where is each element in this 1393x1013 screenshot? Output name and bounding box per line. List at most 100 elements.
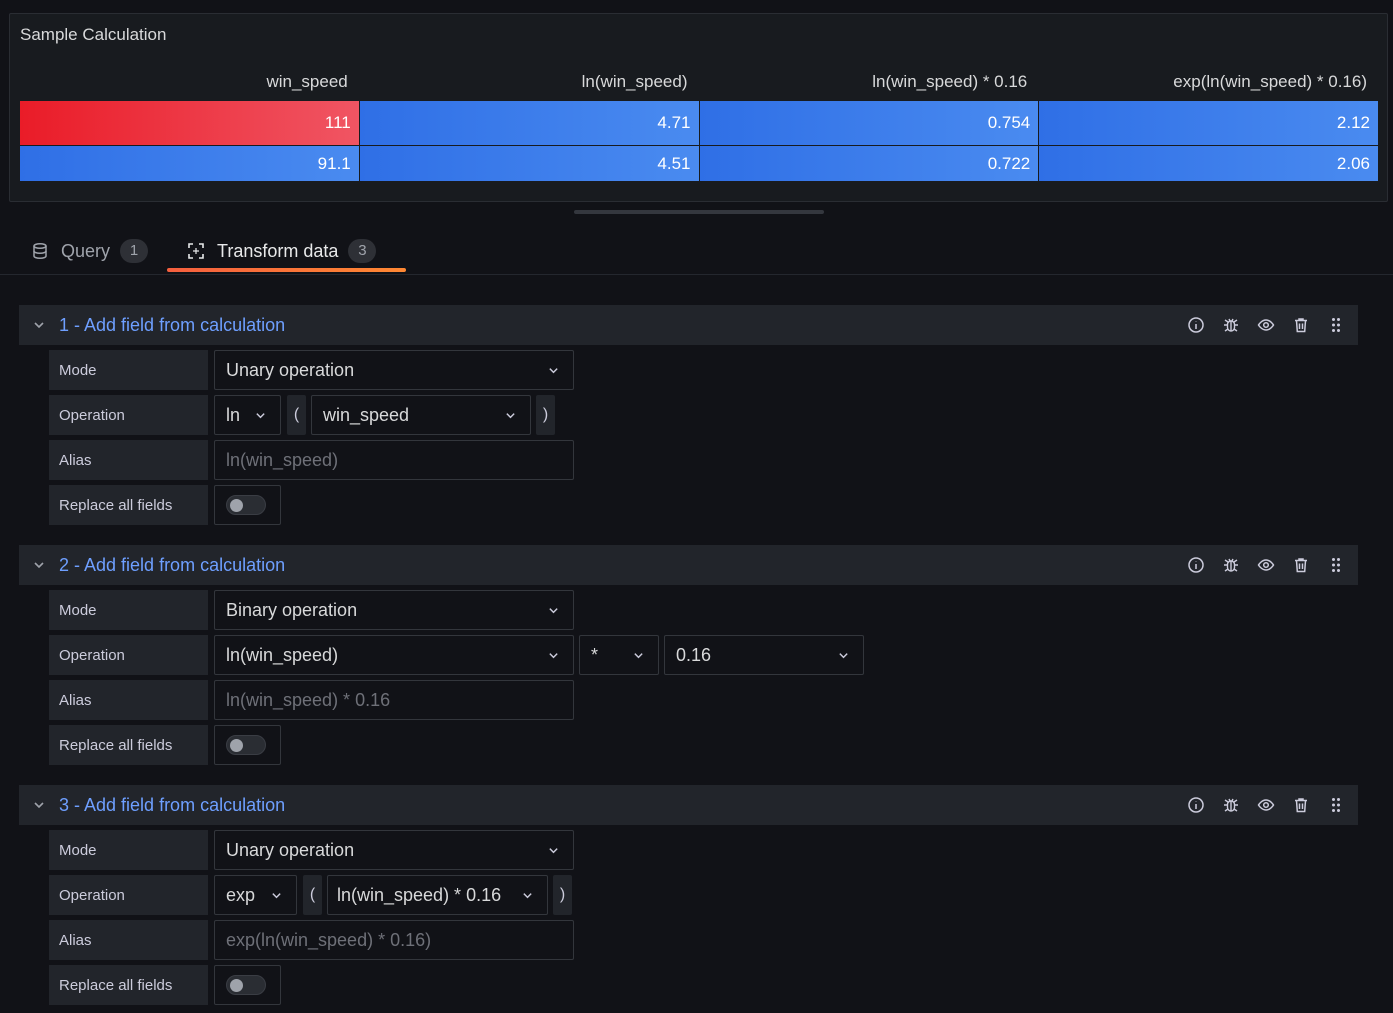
- alias-label: Alias: [49, 680, 208, 720]
- table-cell: 2.06: [1039, 146, 1379, 181]
- replace-toggle-box: [214, 485, 281, 525]
- alias-label: Alias: [49, 440, 208, 480]
- table-header: win_speed ln(win_speed) ln(win_speed) * …: [20, 70, 1379, 100]
- replace-row: Replace all fields: [49, 485, 281, 525]
- function-select-value: ln: [226, 404, 241, 425]
- operator-value: *: [591, 644, 599, 665]
- right-operand-value: 0.16: [676, 644, 712, 665]
- mode-select[interactable]: Unary operation: [214, 350, 574, 390]
- open-paren: (: [303, 875, 322, 915]
- transformation-title: 2 - Add field from calculation: [59, 554, 286, 575]
- chevron-down-icon[interactable]: [33, 799, 45, 811]
- debug-icon[interactable]: [1221, 555, 1241, 575]
- replace-label: Replace all fields: [49, 485, 208, 525]
- alias-input[interactable]: ln(win_speed): [214, 440, 574, 480]
- close-paren: ): [536, 395, 555, 435]
- chevron-down-icon: [549, 848, 558, 854]
- chevron-down-icon: [839, 653, 848, 659]
- chevron-down-icon[interactable]: [33, 319, 45, 331]
- replace-toggle-box: [214, 725, 281, 765]
- chevron-down-icon: [506, 413, 515, 419]
- field-select[interactable]: win_speed: [311, 395, 531, 435]
- replace-label: Replace all fields: [49, 965, 208, 1005]
- mode-select-value: Unary operation: [226, 839, 355, 860]
- editor-tabs: Query 1 Transform data 3: [0, 228, 1393, 275]
- alias-input[interactable]: exp(ln(win_speed) * 0.16): [214, 920, 574, 960]
- tab-query-label: Query: [61, 240, 111, 261]
- field-select[interactable]: ln(win_speed) * 0.16: [327, 875, 548, 915]
- operation-label: Operation: [49, 875, 208, 915]
- close-paren: ): [553, 875, 572, 915]
- column-header[interactable]: ln(win_speed) * 0.16: [700, 70, 1040, 100]
- transformation-header[interactable]: 2 - Add field from calculation: [19, 545, 1358, 585]
- database-icon: [33, 242, 47, 260]
- drag-handle-icon[interactable]: [1326, 795, 1346, 815]
- transformation-3: 3 - Add field from calculation Mode Unar…: [19, 785, 1358, 1005]
- table-cell: 0.722: [699, 146, 1040, 181]
- trash-icon[interactable]: [1291, 795, 1311, 815]
- operation-row: Operation exp ( ln(win_speed) * 0.16 ): [49, 875, 572, 915]
- mode-row: Mode Binary operation: [49, 590, 574, 630]
- alias-row: Alias ln(win_speed) * 0.16: [49, 680, 574, 720]
- right-operand-select[interactable]: 0.16: [664, 635, 864, 675]
- chevron-down-icon: [634, 653, 643, 659]
- chevron-down-icon[interactable]: [33, 559, 45, 571]
- tab-query[interactable]: Query 1: [31, 228, 149, 274]
- function-select-value: exp: [226, 884, 256, 905]
- replace-all-fields-toggle[interactable]: [226, 975, 266, 995]
- info-icon[interactable]: [1186, 795, 1206, 815]
- sample-calculation-panel: Sample Calculation win_speed ln(win_spee…: [9, 13, 1388, 202]
- trash-icon[interactable]: [1291, 315, 1311, 335]
- chevron-down-icon: [523, 893, 532, 899]
- operation-row: Operation ln ( win_speed ): [49, 395, 555, 435]
- drag-handle-icon[interactable]: [1326, 315, 1346, 335]
- replace-all-fields-toggle[interactable]: [226, 495, 266, 515]
- transformation-header[interactable]: 1 - Add field from calculation: [19, 305, 1358, 345]
- chevron-down-icon: [549, 368, 558, 374]
- left-operand-select[interactable]: ln(win_speed): [214, 635, 574, 675]
- eye-icon[interactable]: [1256, 315, 1276, 335]
- chevron-down-icon: [256, 413, 265, 419]
- operation-row: Operation ln(win_speed) * 0.16: [49, 635, 864, 675]
- debug-icon[interactable]: [1221, 795, 1241, 815]
- mode-select[interactable]: Unary operation: [214, 830, 574, 870]
- table-row: 91.1 4.51 0.722 2.06: [20, 145, 1379, 181]
- debug-icon[interactable]: [1221, 315, 1241, 335]
- mode-select[interactable]: Binary operation: [214, 590, 574, 630]
- info-icon[interactable]: [1186, 315, 1206, 335]
- replace-all-fields-toggle[interactable]: [226, 735, 266, 755]
- column-header[interactable]: exp(ln(win_speed) * 0.16): [1039, 70, 1379, 100]
- transform-icon: [188, 243, 204, 259]
- eye-icon[interactable]: [1256, 555, 1276, 575]
- column-header[interactable]: ln(win_speed): [360, 70, 700, 100]
- left-operand-value: ln(win_speed): [226, 644, 339, 665]
- function-select[interactable]: exp: [214, 875, 297, 915]
- eye-icon[interactable]: [1256, 795, 1276, 815]
- alias-label: Alias: [49, 920, 208, 960]
- alias-placeholder: exp(ln(win_speed) * 0.16): [226, 929, 432, 950]
- transformation-header[interactable]: 3 - Add field from calculation: [19, 785, 1358, 825]
- table-cell: 91.1: [20, 146, 360, 181]
- transformation-actions: [1171, 555, 1346, 575]
- alias-row: Alias exp(ln(win_speed) * 0.16): [49, 920, 574, 960]
- tab-transform-label: Transform data: [217, 240, 339, 261]
- drag-handle-icon[interactable]: [1326, 555, 1346, 575]
- function-select[interactable]: ln: [214, 395, 281, 435]
- tab-transform-count: 3: [348, 239, 377, 263]
- panel-title: Sample Calculation: [20, 25, 167, 44]
- table-cell: 111: [20, 101, 360, 145]
- panel-resize-handle[interactable]: [574, 210, 824, 214]
- alias-row: Alias ln(win_speed): [49, 440, 574, 480]
- tab-query-count: 1: [120, 239, 149, 263]
- column-header[interactable]: win_speed: [20, 70, 360, 100]
- mode-label: Mode: [49, 350, 208, 390]
- open-paren: (: [287, 395, 306, 435]
- transformation-title: 3 - Add field from calculation: [59, 794, 286, 815]
- info-icon[interactable]: [1186, 555, 1206, 575]
- table-cell: 4.71: [359, 101, 700, 145]
- trash-icon[interactable]: [1291, 555, 1311, 575]
- transformation-actions: [1171, 315, 1346, 335]
- alias-input[interactable]: ln(win_speed) * 0.16: [214, 680, 574, 720]
- mode-row: Mode Unary operation: [49, 350, 574, 390]
- operator-select[interactable]: *: [579, 635, 659, 675]
